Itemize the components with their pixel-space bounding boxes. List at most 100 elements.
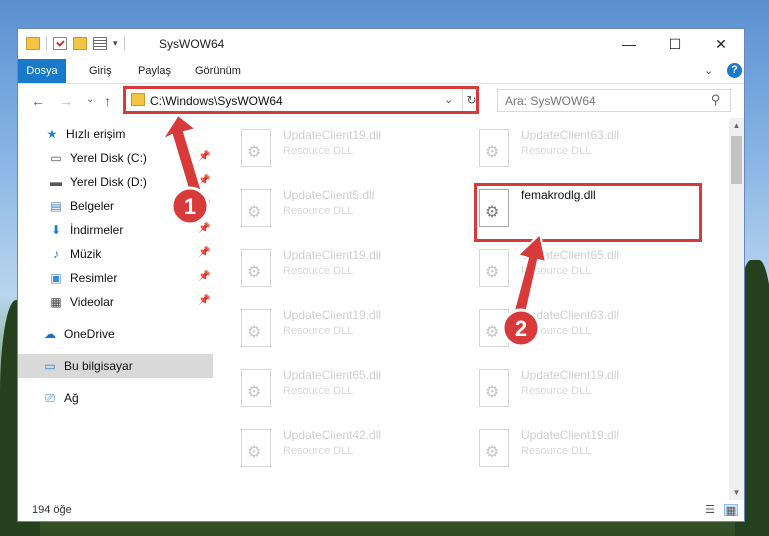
tab-giris[interactable]: Giriş [89, 59, 112, 83]
sidebar-item-label: Resimler [70, 271, 118, 285]
back-button[interactable]: ← [31, 93, 45, 109]
sidebar-item-label: Ağ [64, 391, 79, 405]
file-item[interactable]: UpdateClient42.dll Resource DLL [241, 426, 461, 482]
file-item[interactable]: UpdateClient5.dll Resource DLL [241, 186, 461, 242]
file-item[interactable]: UpdateClient65.dll Resource DLL [241, 366, 461, 422]
ribbon-collapse-icon[interactable]: ⌄ [704, 64, 713, 77]
sidebar-item-downloads[interactable]: ⬇ İndirmeler 📌 [18, 218, 213, 242]
tab-dosya[interactable]: Dosya [18, 59, 66, 83]
pin-icon[interactable]: 📌 [198, 199, 210, 210]
window-title: SysWOW64 [159, 37, 225, 51]
file-item[interactable]: UpdateClient63.dll Resource DLL [479, 126, 699, 182]
title-bar: ▾ SysWOW64 — ☐ ✕ [18, 29, 744, 59]
folder-icon [26, 36, 40, 50]
file-type: Resource DLL [521, 445, 592, 457]
file-item[interactable]: UpdateClient19.dll Resource DLL [241, 126, 461, 182]
quick-access-toolbar: ▾ [26, 36, 125, 50]
dll-file-icon [241, 309, 271, 347]
sidebar-item-label: Hızlı erişim [66, 127, 126, 141]
sidebar-item-local-disk-d[interactable]: ▬ Yerel Disk (D:) 📌 [18, 170, 213, 194]
cloud-icon: ☁ [44, 327, 56, 341]
minimize-button[interactable]: — [606, 29, 652, 59]
dll-file-icon [241, 189, 271, 227]
sidebar-item-local-disk-c[interactable]: ▭ Yerel Disk (C:) 📌 [18, 146, 213, 170]
new-folder-icon[interactable] [73, 36, 87, 50]
pin-icon[interactable]: 📌 [198, 247, 210, 258]
large-icons-view-icon[interactable]: ▦ [724, 504, 738, 517]
pictures-icon: ▣ [50, 271, 62, 285]
scroll-down-icon[interactable]: ▼ [729, 485, 744, 500]
documents-icon: ▤ [50, 199, 62, 213]
video-icon: ▦ [50, 295, 62, 309]
address-highlight-box [123, 86, 479, 114]
dll-file-icon [241, 249, 271, 287]
pin-icon[interactable]: 📌 [198, 175, 210, 186]
item-count: 194 öğe [32, 504, 72, 516]
help-icon[interactable]: ? [727, 63, 742, 78]
file-type: Resource DLL [283, 445, 354, 457]
sidebar-item-label: Belgeler [70, 199, 115, 213]
file-name: UpdateClient19.dll [521, 428, 620, 442]
pin-icon[interactable]: 📌 [198, 295, 210, 306]
dll-file-icon [241, 369, 271, 407]
file-name: UpdateClient63.dll [521, 308, 620, 322]
toolbar-separator [46, 36, 47, 50]
pin-icon[interactable]: 📌 [198, 151, 210, 162]
file-item[interactable]: UpdateClient19.dll Resource DLL [241, 306, 461, 362]
file-type: Resource DLL [283, 265, 354, 277]
network-icon: ⎚ [45, 391, 55, 405]
sidebar-item-label: İndirmeler [70, 223, 124, 237]
scroll-up-icon[interactable]: ▲ [729, 118, 744, 133]
status-bar: 194 öğe ☰ ▦ [18, 500, 744, 521]
toolbar-separator [123, 36, 125, 50]
search-icon[interactable]: ⚲ [711, 92, 721, 108]
navigation-pane: ★ Hızlı erişim ▭ Yerel Disk (C:) 📌 ▬ Yer… [18, 118, 213, 500]
file-type: Resource DLL [521, 325, 592, 337]
sidebar-item-documents[interactable]: ▤ Belgeler 📌 [18, 194, 213, 218]
close-button[interactable]: ✕ [698, 29, 744, 59]
rename-icon[interactable] [93, 36, 107, 50]
sidebar-item-label: OneDrive [64, 327, 115, 341]
properties-check-icon[interactable] [53, 36, 67, 50]
sidebar-item-videos[interactable]: ▦ Videolar 📌 [18, 290, 213, 314]
vertical-scrollbar[interactable]: ▲ ▼ [729, 118, 744, 500]
file-name: UpdateClient19.dll [283, 308, 382, 322]
customize-toolbar-icon[interactable]: ▾ [113, 38, 118, 49]
sidebar-item-label: Yerel Disk (C:) [70, 151, 147, 165]
file-item[interactable]: UpdateClient63.dll Resource DLL [479, 306, 699, 362]
dll-file-icon [241, 129, 271, 167]
tab-gorunum[interactable]: Görünüm [195, 59, 241, 83]
file-item[interactable]: UpdateClient19.dll Resource DLL [479, 366, 699, 422]
file-item[interactable]: UpdateClient19.dll Resource DLL [479, 426, 699, 482]
file-name: UpdateClient42.dll [283, 428, 382, 442]
pin-icon[interactable]: 📌 [198, 271, 210, 282]
file-list: UpdateClient19.dll Resource DLL UpdateCl… [214, 118, 729, 500]
file-item[interactable]: UpdateClient65.dll Resource DLL [479, 246, 699, 302]
pin-icon[interactable]: 📌 [198, 223, 210, 234]
ribbon-tabs: Dosya Giriş Paylaş Görünüm ⌄ ? [18, 59, 744, 84]
sidebar-item-music[interactable]: ♪ Müzik 📌 [18, 242, 213, 266]
file-type: Resource DLL [283, 385, 354, 397]
dll-file-icon [479, 249, 509, 287]
details-view-icon[interactable]: ☰ [703, 504, 717, 516]
tab-paylas[interactable]: Paylaş [138, 59, 171, 83]
dll-file-icon [479, 129, 509, 167]
sidebar-item-onedrive[interactable]: ☁ OneDrive [18, 322, 213, 346]
search-input[interactable]: Ara: SysWOW64 ⚲ [497, 89, 731, 112]
recent-locations-button[interactable]: ⌄ [86, 94, 94, 105]
file-type: Resource DLL [521, 385, 592, 397]
file-type: Resource DLL [521, 265, 592, 277]
sidebar-item-label: Bu bilgisayar [64, 359, 133, 373]
dll-file-icon [241, 429, 271, 467]
dll-file-icon [479, 429, 509, 467]
sidebar-item-pictures[interactable]: ▣ Resimler 📌 [18, 266, 213, 290]
sidebar-item-quick-access[interactable]: ★ Hızlı erişim [18, 122, 213, 146]
sidebar-item-this-pc[interactable]: ▭ Bu bilgisayar [18, 354, 213, 378]
search-placeholder: Ara: SysWOW64 [505, 94, 596, 108]
up-button[interactable]: ↑ [104, 93, 111, 109]
scrollbar-thumb[interactable] [731, 136, 742, 184]
maximize-button[interactable]: ☐ [652, 29, 698, 59]
sidebar-item-network[interactable]: ⎚ Ağ [18, 386, 213, 410]
file-item[interactable]: UpdateClient19.dll Resource DLL [241, 246, 461, 302]
forward-button[interactable]: → [59, 93, 73, 109]
